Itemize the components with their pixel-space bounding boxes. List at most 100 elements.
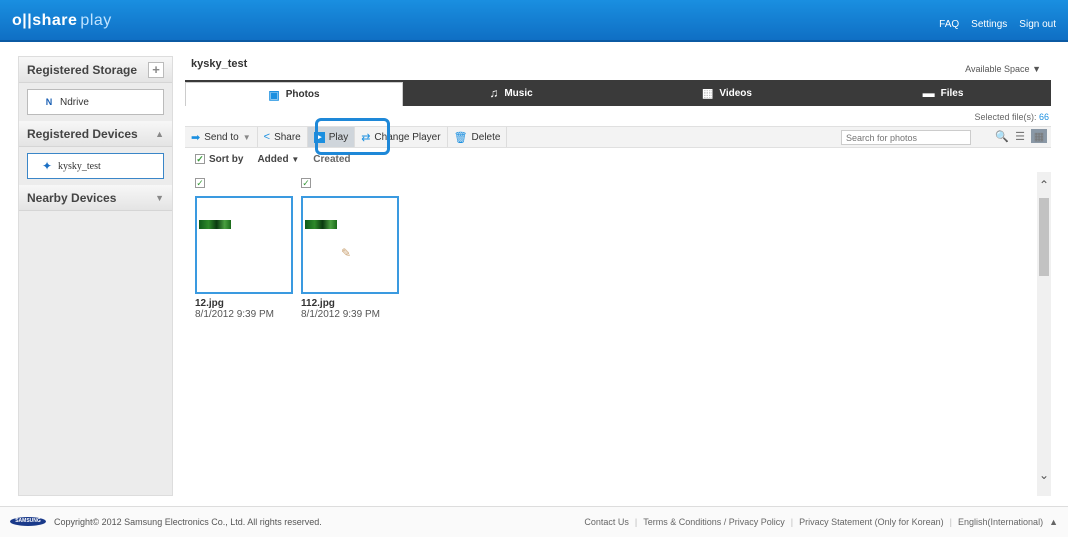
separator: | xyxy=(790,517,794,527)
send-to-label: Send to xyxy=(204,131,239,143)
photo-name: 112.jpg xyxy=(301,298,335,309)
delete-button[interactable]: 🗑 Delete xyxy=(448,127,508,147)
available-space-label: Available Space xyxy=(965,64,1030,74)
sidebar: Registered Storage + N Ndrive Registered… xyxy=(18,56,173,496)
tab-label: Music xyxy=(504,87,533,99)
photo-checkbox[interactable]: ✓ xyxy=(195,178,205,188)
faq-link[interactable]: FAQ xyxy=(939,19,959,30)
samsung-logo: SAMSUNG xyxy=(10,517,46,526)
grid-view-icon[interactable]: ▦ xyxy=(1031,129,1047,143)
add-storage-button[interactable]: + xyxy=(148,61,164,78)
top-bar: o||share play FAQ Settings Sign out xyxy=(0,0,1068,42)
sort-created-option[interactable]: Created xyxy=(313,154,350,165)
trash-icon: 🗑 xyxy=(453,131,468,144)
sort-added-label: Added xyxy=(257,154,289,165)
sort-bar: ✓ Sort by Added ▼ Created xyxy=(195,154,351,165)
storage-item-ndrive[interactable]: N Ndrive xyxy=(27,89,164,115)
arrow-right-icon: ➡ xyxy=(191,131,201,144)
checkbox-icon[interactable]: ✓ xyxy=(195,154,205,164)
image-strip xyxy=(305,220,337,229)
registered-storage-header: Registered Storage + xyxy=(19,57,172,83)
chevron-up-icon[interactable]: ▲ xyxy=(1049,517,1058,527)
share-label: Share xyxy=(274,131,301,143)
terms-link[interactable]: Terms & Conditions / Privacy Policy xyxy=(643,517,785,527)
ndrive-icon: N xyxy=(45,97,53,107)
chevron-down-icon[interactable]: ⌄ xyxy=(1039,468,1049,482)
photo-grid: ✓ 12.jpg 8/1/2012 9:39 PM ✓ ✎ 112.jpg 8/… xyxy=(185,172,1051,496)
videos-icon: ▦ xyxy=(702,86,714,100)
photo-thumbnail[interactable]: ✎ xyxy=(301,196,399,294)
search-input[interactable] xyxy=(841,130,971,145)
logo-main: o||share xyxy=(12,12,78,29)
music-icon: ♫ xyxy=(489,86,499,100)
scrollbar-thumb[interactable] xyxy=(1039,198,1049,276)
view-controls: 🔍 ☰ ▦ xyxy=(995,129,1047,143)
contact-us-link[interactable]: Contact Us xyxy=(584,517,629,527)
selected-files-label: Selected file(s): xyxy=(974,112,1037,122)
device-item-kysky-test[interactable]: ✦ kysky_test xyxy=(27,153,164,179)
nearby-devices-heading: Nearby Devices xyxy=(27,190,117,205)
search-icon[interactable]: 🔍 xyxy=(995,130,1009,143)
change-player-icon: ⇄ xyxy=(361,131,371,144)
paperclip-icon: ✎ xyxy=(341,246,352,260)
registered-storage-heading: Registered Storage xyxy=(27,62,138,77)
tab-photos[interactable]: ▣ Photos xyxy=(185,82,403,106)
send-to-button[interactable]: ➡ Send to ▼ xyxy=(185,127,258,147)
play-label: Play xyxy=(328,131,349,143)
vertical-scrollbar[interactable]: ⌃ ⌄ xyxy=(1037,172,1051,496)
collapse-icon[interactable]: ▲ xyxy=(155,129,164,139)
top-links: FAQ Settings Sign out xyxy=(939,19,1056,30)
tab-label: Photos xyxy=(285,89,320,100)
selected-files-number: 66 xyxy=(1038,112,1049,122)
tab-files[interactable]: ▬ Files xyxy=(835,80,1051,106)
sort-by-toggle[interactable]: ✓ Sort by xyxy=(195,154,243,165)
tab-music[interactable]: ♫ Music xyxy=(403,80,619,106)
image-strip xyxy=(199,220,231,229)
tab-label: Files xyxy=(940,87,964,99)
app-logo[interactable]: o||share play xyxy=(12,12,112,30)
tab-label: Videos xyxy=(719,87,752,99)
settings-link[interactable]: Settings xyxy=(971,19,1007,30)
copyright-text: Copyright© 2012 Samsung Electronics Co.,… xyxy=(54,517,322,527)
main-panel: kysky_test Available Space ▼ ▣ Photos ♫ … xyxy=(185,56,1051,496)
photo-checkbox[interactable]: ✓ xyxy=(301,178,311,188)
tab-videos[interactable]: ▦ Videos xyxy=(619,80,835,106)
media-tabs: ▣ Photos ♫ Music ▦ Videos ▬ Files xyxy=(185,80,1051,106)
language-selector[interactable]: English(International) xyxy=(958,517,1043,527)
sort-by-label: Sort by xyxy=(209,154,244,165)
separator: | xyxy=(634,517,638,527)
registered-devices-heading: Registered Devices xyxy=(27,126,138,141)
nearby-devices-header[interactable]: Nearby Devices ▼ xyxy=(19,185,172,211)
share-button[interactable]: < Share xyxy=(258,127,308,147)
storage-item-label: Ndrive xyxy=(60,96,89,108)
photo-name: 12.jpg xyxy=(195,298,224,309)
photo-thumbnail[interactable] xyxy=(195,196,293,294)
change-player-label: Change Player xyxy=(374,131,441,143)
available-space-dropdown[interactable]: Available Space ▼ xyxy=(965,64,1041,74)
device-title: kysky_test xyxy=(191,58,248,70)
chevron-down-icon: ▼ xyxy=(291,155,300,164)
sign-out-link[interactable]: Sign out xyxy=(1019,19,1056,30)
play-icon: ▶ xyxy=(313,131,325,143)
separator: | xyxy=(949,517,953,527)
logo-sub: play xyxy=(80,12,112,29)
privacy-statement-link[interactable]: Privacy Statement (Only for Korean) xyxy=(799,517,944,527)
change-player-button[interactable]: ⇄ Change Player xyxy=(355,127,448,147)
device-icon: ✦ xyxy=(42,159,53,173)
expand-icon[interactable]: ▼ xyxy=(155,193,164,203)
photo-date: 8/1/2012 9:39 PM xyxy=(301,309,380,320)
selected-files-count: Selected file(s): 66 xyxy=(974,112,1049,122)
photo-date: 8/1/2012 9:39 PM xyxy=(195,309,274,320)
photos-icon: ▣ xyxy=(268,87,280,102)
chevron-down-icon: ▼ xyxy=(242,132,251,142)
share-icon: < xyxy=(263,131,271,143)
registered-devices-header[interactable]: Registered Devices ▲ xyxy=(19,121,172,147)
chevron-down-icon: ▼ xyxy=(1032,64,1041,74)
play-button[interactable]: ▶ Play xyxy=(307,127,356,147)
list-view-icon[interactable]: ☰ xyxy=(1015,130,1025,143)
sort-added-option[interactable]: Added ▼ xyxy=(257,154,299,165)
footer: SAMSUNG Copyright© 2012 Samsung Electron… xyxy=(0,506,1068,537)
device-item-label: kysky_test xyxy=(58,160,101,172)
files-icon: ▬ xyxy=(922,86,935,100)
chevron-up-icon[interactable]: ⌃ xyxy=(1039,178,1049,192)
